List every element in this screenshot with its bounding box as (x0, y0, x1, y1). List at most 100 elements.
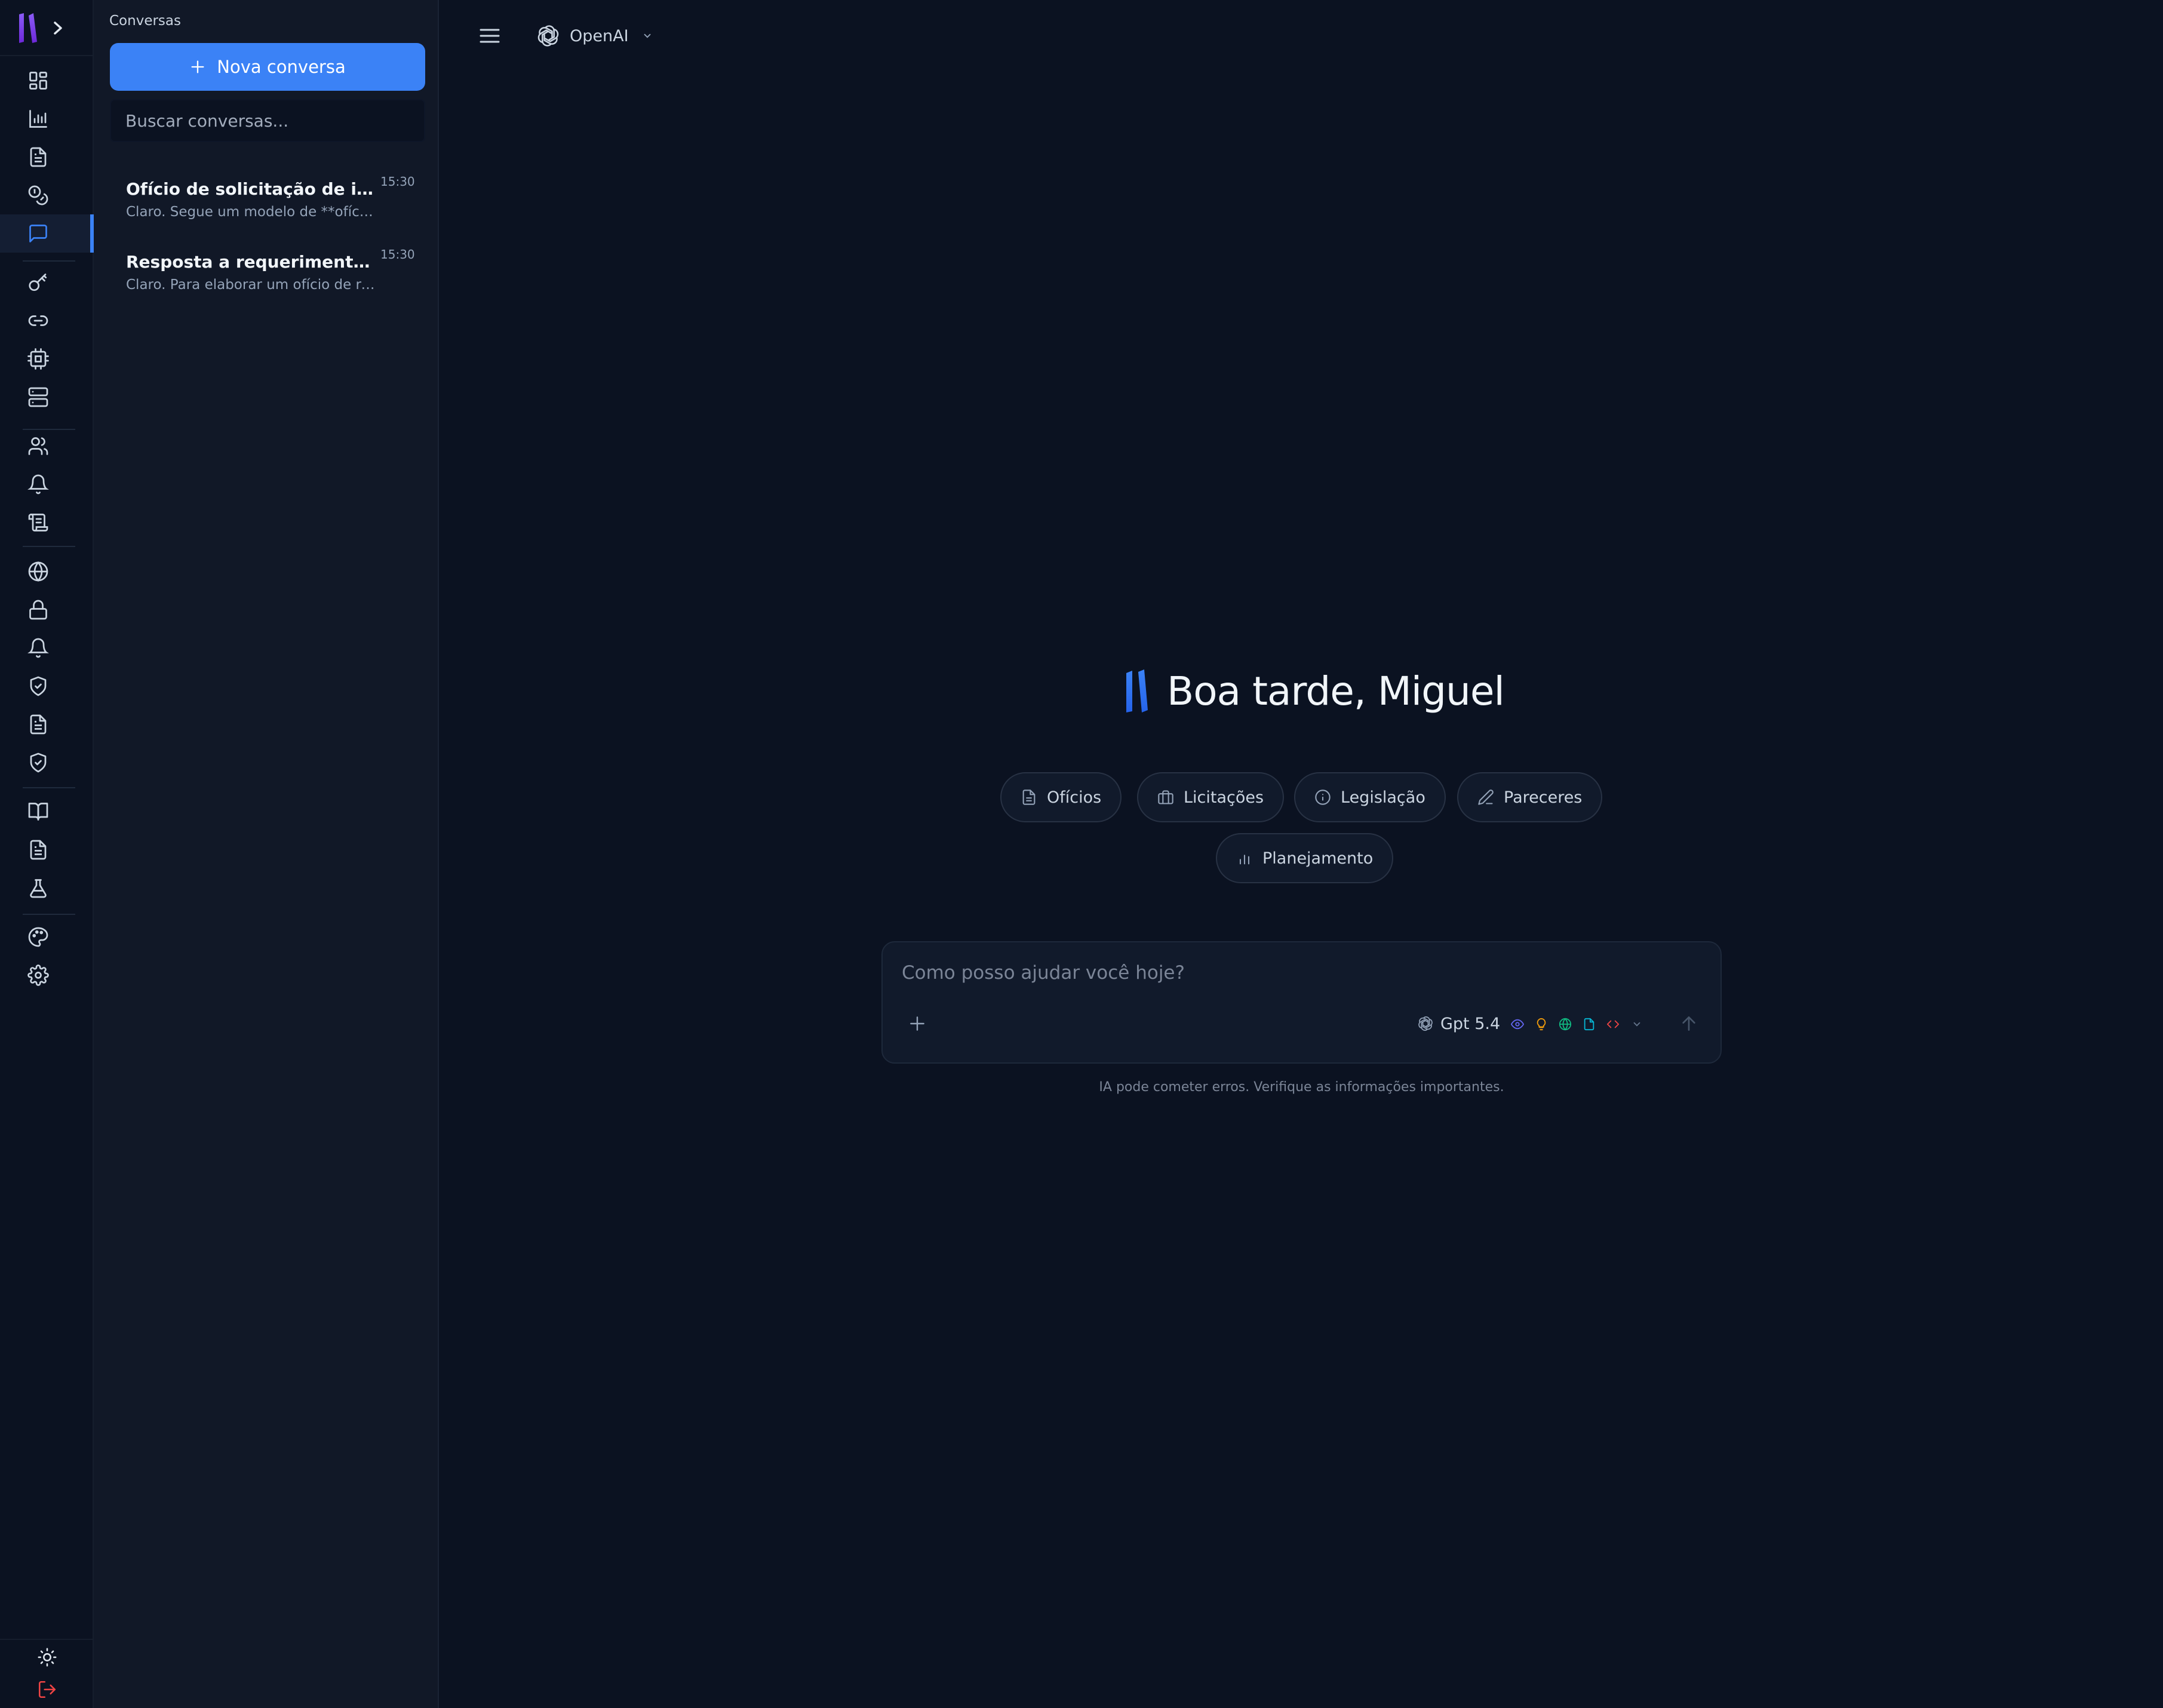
info-icon (1315, 790, 1331, 805)
scroll-icon (28, 514, 48, 532)
nav-servers[interactable] (0, 378, 94, 416)
conversation-item[interactable]: Ofício de solicitação de informações 15:… (126, 174, 425, 245)
chevron-down-icon (644, 33, 650, 38)
nav-labs[interactable] (0, 869, 94, 907)
conversations-panel: Conversas Nova conversa Ofício de solici… (94, 0, 439, 1708)
nav-analytics[interactable] (0, 100, 94, 138)
chip-oficios[interactable]: Ofícios (1000, 772, 1122, 822)
nav-security[interactable] (0, 591, 94, 629)
nav-api-keys[interactable] (0, 263, 94, 302)
nav-settings[interactable] (0, 956, 94, 994)
panel-title: Conversas (109, 13, 181, 29)
logout-icon[interactable] (37, 1679, 57, 1700)
server-icon (28, 387, 48, 407)
nav-users[interactable] (0, 427, 94, 465)
model-label: Gpt 5.4 (1440, 1014, 1501, 1033)
disclaimer-text: IA pode cometer erros. Verifique as info… (1099, 1080, 1504, 1095)
nav-chat[interactable] (0, 214, 94, 253)
palette-icon (28, 927, 48, 947)
document-icon (30, 840, 47, 860)
provider-selector[interactable]: OpenAI (535, 21, 653, 50)
nav-audit[interactable] (0, 744, 94, 782)
conversation-time: 15:30 (380, 247, 415, 262)
chip-planejamento[interactable]: Planejamento (1216, 833, 1394, 883)
icon-rail (0, 0, 94, 1708)
flask-icon (30, 879, 47, 898)
openai-icon (537, 25, 559, 47)
send-arrow-icon[interactable] (1679, 1014, 1698, 1033)
chip-label: Licitações (1184, 788, 1264, 807)
hamburger-icon[interactable] (478, 24, 502, 48)
greeting: Boa tarde, Miguel (1125, 664, 1505, 718)
nav-compliance[interactable] (0, 667, 94, 705)
nav-dashboard[interactable] (0, 62, 94, 100)
nav-notifications[interactable] (0, 465, 94, 503)
bar-chart-icon (1239, 855, 1250, 865)
document-icon (30, 714, 47, 735)
sun-icon[interactable] (37, 1647, 57, 1667)
nav-domains[interactable] (0, 552, 94, 591)
conversation-item[interactable]: Resposta a requerimento de informação 15… (126, 247, 425, 318)
model-selector[interactable]: Gpt 5.4 (1417, 1010, 1500, 1037)
document-icon (1022, 790, 1036, 805)
chevron-down-icon[interactable] (1632, 1019, 1642, 1030)
chip-label: Ofícios (1047, 788, 1102, 807)
lightbulb-icon (1537, 1018, 1546, 1031)
nav-alerts[interactable] (0, 629, 94, 667)
nav-policies[interactable] (0, 705, 94, 744)
nav-knowledge-base[interactable] (0, 792, 94, 831)
nav-billing[interactable] (0, 176, 94, 214)
chip-label: Pareceres (1504, 788, 1583, 807)
nav-logs[interactable] (0, 503, 94, 542)
coins-icon (28, 185, 48, 205)
nav-integrations[interactable] (0, 302, 94, 340)
chip-legislacao[interactable]: Legislação (1294, 772, 1446, 822)
cpu-icon (27, 348, 49, 370)
file-icon (1584, 1018, 1594, 1031)
conversation-title: Resposta a requerimento de informação (126, 252, 377, 272)
nav-templates[interactable] (0, 831, 94, 869)
new-conversation-button[interactable]: Nova conversa (110, 43, 425, 91)
rail-separator (23, 787, 75, 788)
app-logo[interactable] (18, 12, 38, 44)
chevron-right-icon[interactable] (50, 18, 66, 38)
bar-chart-icon (29, 110, 47, 128)
dashboard-icon (29, 72, 47, 90)
globe-icon (1559, 1018, 1572, 1031)
book-open-icon (28, 803, 48, 821)
search-conversations-input[interactable] (110, 99, 425, 142)
bell-icon (27, 638, 49, 658)
rail-separator (23, 546, 75, 547)
message-input[interactable] (902, 957, 1678, 989)
conversation-title: Ofício de solicitação de informações (126, 179, 377, 199)
conversation-preview: Claro. Para elaborar um ofício de respos… (126, 277, 377, 293)
key-icon (29, 274, 47, 291)
nav-documents[interactable] (0, 138, 94, 176)
chip-label: Legislação (1341, 788, 1425, 807)
app-logo (1126, 669, 1148, 712)
eye-icon (1511, 1019, 1524, 1030)
users-icon (28, 437, 48, 455)
briefcase-icon (1158, 790, 1173, 804)
conversation-time: 15:30 (380, 174, 415, 189)
chip-licitacoes[interactable]: Licitações (1137, 772, 1285, 822)
greeting-text: Boa tarde, Miguel (1167, 668, 1505, 714)
rail-header (0, 0, 94, 56)
provider-label: OpenAI (570, 26, 629, 45)
message-composer: Gpt 5.4 (881, 941, 1722, 1064)
lock-icon (29, 600, 47, 620)
document-icon (30, 147, 47, 167)
nav-appearance[interactable] (0, 918, 94, 956)
shield-check-icon (30, 676, 47, 696)
nav-models[interactable] (0, 340, 94, 378)
plus-icon[interactable] (908, 1014, 927, 1033)
chip-pareceres[interactable]: Pareceres (1457, 772, 1603, 822)
rail-separator (23, 914, 75, 915)
globe-icon (28, 561, 48, 582)
conversation-preview: Claro. Segue um modelo de **ofício de so… (126, 204, 377, 220)
shield-check-icon (30, 752, 47, 773)
gear-icon (27, 964, 49, 986)
new-conversation-label: Nova conversa (217, 57, 346, 77)
pencil-icon (1478, 790, 1494, 805)
openai-icon (1418, 1016, 1433, 1031)
